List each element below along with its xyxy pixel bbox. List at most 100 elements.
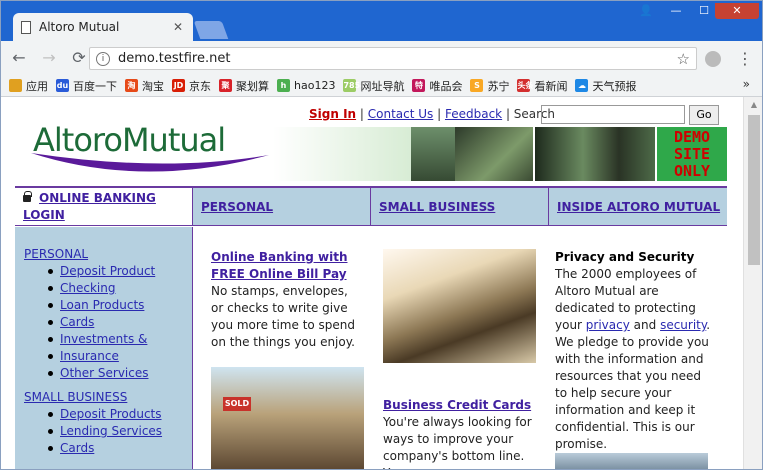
bookmarks-bar: 应用 du 百度一下淘淘宝 JD 京东聚聚划算 h hao123 7854 网址导航特唯品会 S 苏… <box>1 75 762 97</box>
sidebar-link[interactable]: Other Services <box>60 366 149 380</box>
bookmark-label: 京东 <box>189 79 211 93</box>
sidebar-link[interactable]: Deposit Products <box>60 407 162 421</box>
sidebar-list-item[interactable]: Investments & <box>48 331 192 348</box>
sidebar-list-item[interactable]: Cards <box>48 314 192 331</box>
sidebar-link[interactable]: Cards <box>60 315 94 329</box>
banner: DEMO SITE ONLY <box>273 127 727 181</box>
bookmark-item[interactable]: 淘淘宝 <box>125 78 164 94</box>
sidebar-link[interactable]: Insurance <box>60 349 119 363</box>
bookmark-icon: 聚 <box>219 79 232 92</box>
maximize-button[interactable]: ☐ <box>691 3 717 19</box>
bookmark-item[interactable]: 头条 看新闻 <box>517 78 567 94</box>
bookmark-icon: 头条 <box>517 79 534 92</box>
demo-site-badge: DEMO SITE ONLY <box>657 127 727 181</box>
go-button[interactable]: Go <box>689 105 719 125</box>
nav-online-banking[interactable]: ONLINE BANKING LOGIN <box>15 188 193 225</box>
bookmark-item[interactable]: h hao123 <box>277 79 335 92</box>
url-text[interactable]: demo.testfire.net <box>118 51 677 66</box>
privacy-link[interactable]: privacy <box>586 318 630 332</box>
online-banking-login-link[interactable]: ONLINE BANKING LOGIN <box>23 191 156 222</box>
online-banking-promo-link[interactable]: Online Banking with FREE Online Bill Pay <box>211 249 361 283</box>
close-tab-icon[interactable]: ✕ <box>171 20 185 34</box>
security-link[interactable]: security <box>660 318 706 332</box>
header-links: Sign In | Contact Us | Feedback | Search <box>309 107 556 121</box>
sidebar-link[interactable]: Investments & <box>60 332 147 346</box>
sidebar-list-item[interactable]: Insurance <box>48 348 192 365</box>
sidebar-personal-link[interactable]: PERSONAL <box>24 247 192 261</box>
banner-photo-woman <box>411 127 455 181</box>
bookmark-item[interactable]: du 百度一下 <box>56 78 117 94</box>
bookmarks-more-icon[interactable]: » <box>743 77 750 91</box>
bookmark-label: hao123 <box>294 79 336 92</box>
business-credit-cards-link[interactable]: Business Credit Cards <box>383 397 543 414</box>
bookmark-item[interactable]: 特唯品会 <box>412 78 462 94</box>
bookmark-item[interactable]: 应用 <box>9 78 48 94</box>
sidebar-list-item[interactable]: Checking <box>48 280 192 297</box>
bookmark-label: 苏宁 <box>487 79 510 93</box>
sidebar-list-item[interactable]: Deposit Product <box>48 263 192 280</box>
sidebar-link[interactable]: Checking <box>60 281 115 295</box>
page-scrollbar[interactable]: ▲ <box>743 97 762 469</box>
sidebar-list-item[interactable]: Loan Products <box>48 297 192 314</box>
page-icon <box>21 20 31 34</box>
menu-icon[interactable]: ⋮ <box>737 49 753 68</box>
main-nav: ONLINE BANKING LOGIN PERSONAL SMALL BUSI… <box>15 186 727 226</box>
sidebar-business-list: Deposit Products Lending Services Cards <box>48 406 192 457</box>
address-bar[interactable]: i demo.testfire.net ☆ <box>89 47 697 70</box>
minimize-button[interactable]: — <box>663 3 689 19</box>
sidebar-link[interactable]: Lending Services <box>60 424 162 438</box>
extension-icon[interactable] <box>705 51 721 67</box>
nav-personal[interactable]: PERSONAL <box>193 188 371 225</box>
altoro-logo[interactable]: AltoroMutual <box>23 121 273 183</box>
tab-altoro[interactable]: Altoro Mutual ✕ <box>13 13 193 41</box>
sidebar-small-business-link[interactable]: SMALL BUSINESS <box>24 390 192 404</box>
reload-button[interactable]: ⟳ <box>67 46 91 70</box>
bookmark-item[interactable]: ☁ 天气预报 <box>575 78 636 94</box>
sign-in-link[interactable]: Sign In <box>309 107 356 121</box>
logo-swoosh-icon <box>31 153 269 172</box>
sidebar-list-item[interactable]: Other Services <box>48 365 192 382</box>
sidebar-link[interactable]: Loan Products <box>60 298 144 312</box>
forward-button[interactable]: → <box>37 46 61 70</box>
bookmark-item[interactable]: 聚聚划算 <box>219 78 269 94</box>
new-tab-button[interactable] <box>193 21 229 39</box>
bookmark-label: 看新闻 <box>534 79 568 93</box>
scroll-thumb[interactable] <box>748 115 760 265</box>
sold-sign: SOLD <box>223 397 251 411</box>
banner-photo-keyboard <box>455 127 533 181</box>
bookmark-item[interactable]: S 苏宁 <box>470 78 509 94</box>
credit-cards-photo <box>383 249 536 363</box>
bookmark-label: 网址导航 <box>360 79 405 93</box>
business-cards-promo: Business Credit Cards You're always look… <box>383 397 543 469</box>
sidebar-list-item[interactable]: Cards <box>48 440 192 457</box>
sidebar-link[interactable]: Deposit Product <box>60 264 155 278</box>
close-window-button[interactable]: ✕ <box>715 3 759 19</box>
page-viewport: Sign In | Contact Us | Feedback | Search… <box>1 97 743 469</box>
sidebar-list-item[interactable]: Lending Services <box>48 423 192 440</box>
bookmark-item[interactable]: JD 京东 <box>172 78 211 94</box>
browser-toolbar: ← → ⟳ i demo.testfire.net ☆ ⋮ <box>1 41 762 75</box>
back-button[interactable]: ← <box>7 46 31 70</box>
bookmark-icon <box>9 79 22 92</box>
banner-photo-people <box>535 127 655 181</box>
bookmark-item[interactable]: 7854 网址导航 <box>343 78 404 94</box>
bookmark-star-icon[interactable]: ☆ <box>677 50 690 68</box>
tab-strip: Altoro Mutual ✕ 👤 — ☐ ✕ <box>1 1 762 41</box>
user-icon[interactable]: 👤 <box>633 3 659 19</box>
search-input[interactable] <box>541 105 685 124</box>
bookmark-label: 应用 <box>26 79 48 93</box>
nav-inside-altoro[interactable]: INSIDE ALTORO MUTUAL <box>549 188 727 225</box>
sidebar-link[interactable]: Cards <box>60 441 94 455</box>
sidebar-personal-list: Deposit Product Checking Loan Products Card… <box>48 263 192 382</box>
contact-us-link[interactable]: Contact Us <box>368 107 434 121</box>
nav-small-business[interactable]: SMALL BUSINESS <box>371 188 549 225</box>
bookmark-icon: 7854 <box>343 79 366 92</box>
sidebar-list-item[interactable]: Deposit Products <box>48 406 192 423</box>
bookmark-icon: ☁ <box>575 79 589 92</box>
bookmark-label: 聚划算 <box>236 79 269 93</box>
info-icon[interactable]: i <box>96 51 110 66</box>
family-home-photo <box>211 367 364 469</box>
feedback-link[interactable]: Feedback <box>445 107 502 121</box>
bookmark-icon: 淘 <box>125 79 138 92</box>
scroll-up-icon[interactable]: ▲ <box>744 97 762 113</box>
